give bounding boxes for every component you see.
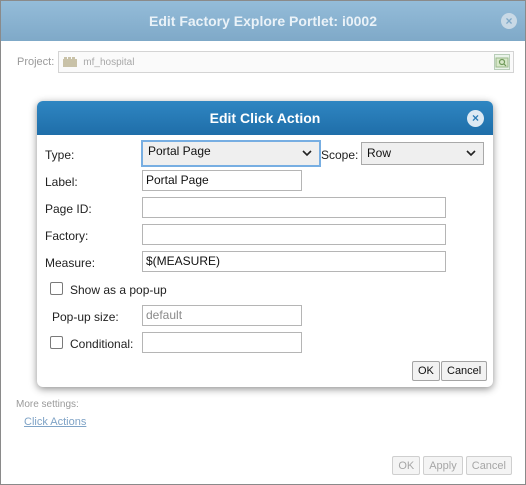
chevron-down-icon bbox=[302, 142, 312, 171]
measure-input[interactable]: $(MEASURE) bbox=[142, 251, 446, 272]
ok-button[interactable]: OK bbox=[412, 361, 440, 381]
project-label: Project: bbox=[17, 56, 55, 68]
outer-close-icon[interactable]: × bbox=[501, 13, 517, 29]
type-select[interactable]: Portal Page bbox=[141, 140, 321, 167]
outer-dialog-titlebar: Edit Factory Explore Portlet: i0002 × bbox=[1, 1, 525, 41]
inner-dialog-titlebar: Edit Click Action × bbox=[37, 101, 493, 135]
inner-dialog-title: Edit Click Action bbox=[209, 110, 321, 126]
type-select-value: Portal Page bbox=[148, 144, 211, 158]
outer-cancel-button[interactable]: Cancel bbox=[465, 456, 512, 475]
factory-label: Factory: bbox=[45, 229, 89, 243]
project-row: Project: mf_hospital bbox=[17, 51, 515, 73]
outer-apply-button[interactable]: Apply bbox=[423, 456, 463, 475]
scope-select-value: Row bbox=[367, 146, 392, 160]
cancel-button[interactable]: Cancel bbox=[441, 361, 488, 381]
popup-checkbox[interactable] bbox=[50, 282, 63, 295]
edit-click-action-dialog: Edit Click Action × Type: Portal Page Sc… bbox=[37, 101, 493, 387]
page-id-label: Page ID: bbox=[45, 202, 92, 216]
click-actions-link[interactable]: Click Actions bbox=[24, 416, 86, 428]
type-label: Type: bbox=[45, 148, 75, 162]
outer-button-bar: OK Apply Cancel bbox=[392, 456, 512, 475]
project-field[interactable]: mf_hospital bbox=[58, 51, 515, 73]
scope-select[interactable]: Row bbox=[361, 142, 484, 165]
project-value: mf_hospital bbox=[83, 56, 135, 68]
outer-dialog-title: Edit Factory Explore Portlet: i0002 bbox=[149, 13, 377, 29]
measure-label: Measure: bbox=[45, 256, 96, 270]
scope-label: Scope: bbox=[321, 148, 359, 162]
factory-input[interactable] bbox=[142, 224, 446, 245]
conditional-label: Conditional: bbox=[70, 337, 134, 351]
outer-ok-button[interactable]: OK bbox=[392, 456, 421, 475]
folder-icon bbox=[63, 57, 78, 67]
close-icon[interactable]: × bbox=[467, 110, 484, 127]
popup-size-input[interactable]: default bbox=[142, 305, 302, 326]
browse-icon[interactable] bbox=[494, 54, 511, 70]
page-id-input[interactable] bbox=[142, 197, 446, 218]
conditional-input[interactable] bbox=[142, 332, 302, 353]
popup-checkbox-label: Show as a pop-up bbox=[70, 283, 167, 297]
conditional-checkbox[interactable] bbox=[50, 336, 63, 349]
more-settings-label: More settings: bbox=[16, 399, 79, 410]
chevron-down-icon bbox=[466, 143, 476, 172]
popup-size-label: Pop-up size: bbox=[52, 310, 119, 324]
label-label: Label: bbox=[45, 175, 78, 189]
label-input[interactable]: Portal Page bbox=[142, 170, 302, 191]
